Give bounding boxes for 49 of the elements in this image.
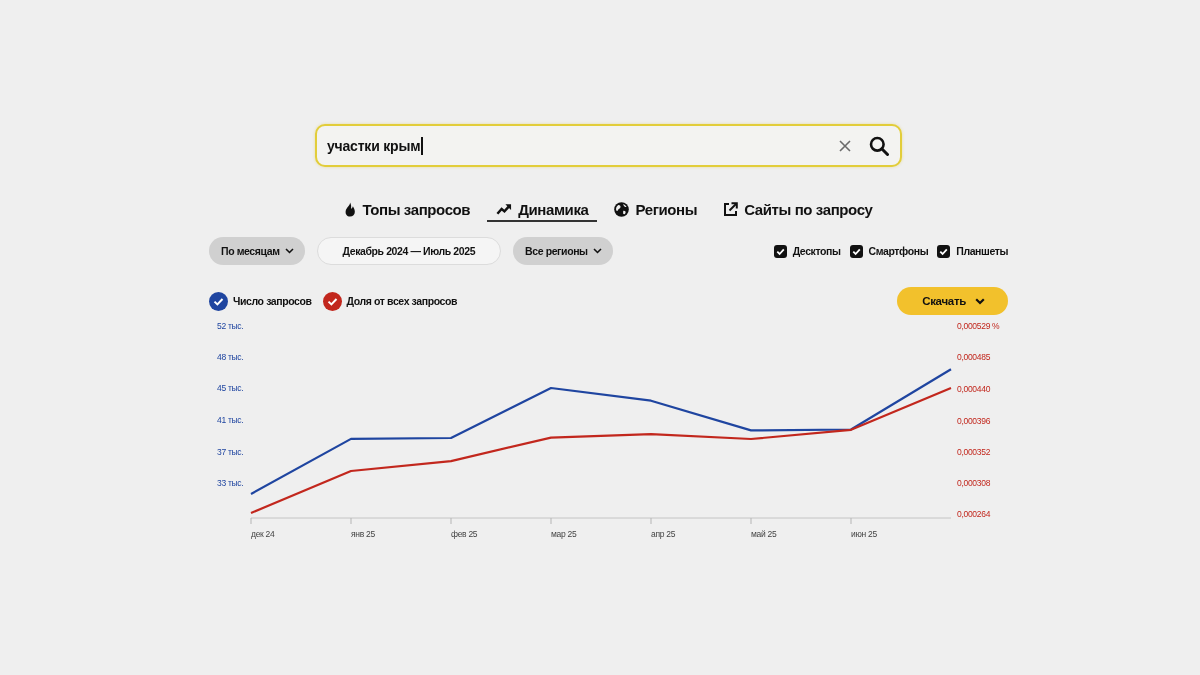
checkbox[interactable] — [937, 244, 951, 258]
chevron-down-icon — [975, 297, 985, 305]
y-axis-label: 48 тыс. — [217, 352, 244, 363]
y-axis-label: 52 тыс. — [217, 321, 244, 331]
tab[interactable]: Динамика — [487, 198, 598, 222]
tab[interactable]: Сайты по запросу — [714, 198, 882, 222]
chevron-down-icon — [592, 248, 602, 254]
dropdown-button[interactable]: По месяцам — [209, 237, 305, 265]
external-link-icon — [723, 201, 739, 217]
tab[interactable]: Регионы — [605, 198, 707, 222]
y-axis-label: 0,000396 — [957, 415, 991, 426]
globe-icon — [614, 201, 630, 217]
y-axis-label: 0,000308 — [957, 478, 991, 489]
y-axis-label: 0,000440 — [957, 384, 991, 395]
search-field[interactable]: участки крым — [327, 133, 839, 158]
y-axis-label: 37 тыс. — [217, 446, 244, 457]
x-axis-label: фев 25 — [451, 529, 478, 539]
x-axis-label: июн 25 — [851, 529, 877, 539]
y-axis-label: 0,000264 — [957, 509, 991, 520]
x-axis-label: май 25 — [751, 529, 777, 539]
download-button[interactable]: Скачать — [897, 287, 1008, 315]
legend-label: Число запросов — [233, 295, 312, 307]
legend-label: Доля от всех запросов — [346, 295, 458, 307]
y-axis-label: 0,000529 % — [957, 321, 1000, 331]
checkbox-label: Десктопы — [792, 245, 841, 257]
dropdown-button[interactable]: Все регионы — [513, 237, 613, 265]
x-axis-label: апр 25 — [651, 529, 676, 539]
x-axis-label: мар 25 — [551, 529, 577, 539]
y-axis-label: 41 тыс. — [217, 415, 244, 426]
search-icon[interactable] — [869, 135, 889, 156]
close-icon[interactable] — [839, 139, 851, 152]
chevron-down-icon — [284, 248, 294, 254]
date-range-button[interactable]: Декабрь 2024 — Июль 2025 — [316, 237, 502, 265]
y-axis-label: 45 тыс. — [217, 382, 244, 393]
checkbox[interactable] — [773, 244, 787, 258]
checkbox-label: Планшеты — [956, 245, 1008, 257]
x-axis-label: янв 25 — [351, 529, 375, 539]
y-axis-label: 33 тыс. — [217, 478, 244, 488]
legend-check-icon[interactable] — [209, 291, 228, 311]
text-cursor-icon — [421, 136, 423, 155]
legend-check-icon[interactable] — [322, 291, 342, 311]
trend-up-icon — [496, 203, 513, 215]
tab[interactable]: Топы запросов — [335, 198, 480, 222]
y-axis-label: 0,000485 — [957, 352, 991, 363]
y-axis-label: 0,000352 — [957, 446, 991, 457]
checkbox[interactable] — [849, 244, 863, 258]
flame-icon — [344, 201, 357, 217]
x-axis-label: дек 24 — [251, 529, 275, 539]
checkbox-label: Смартфоны — [868, 245, 929, 257]
